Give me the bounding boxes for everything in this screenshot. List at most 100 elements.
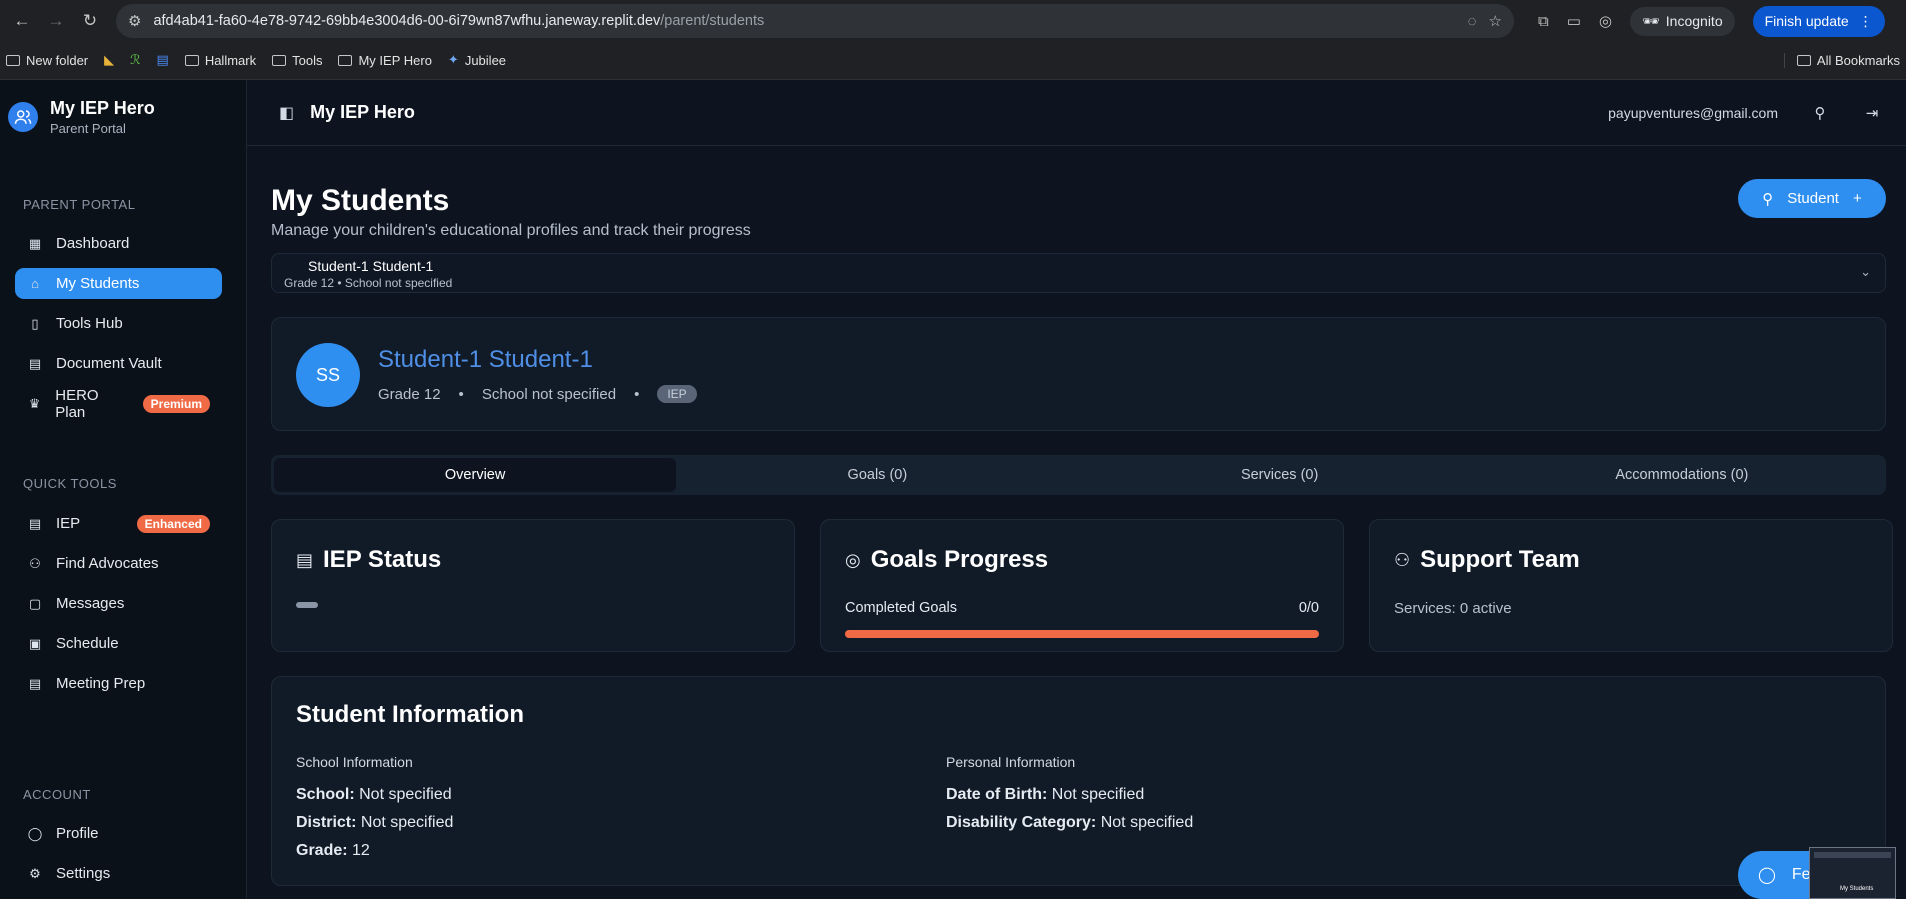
sidebar-item-hero-plan[interactable]: ♛ HERO Plan Premium: [15, 387, 222, 421]
sidebar-item-find-advocates[interactable]: ⚇ Find Advocates: [15, 548, 222, 579]
url-text[interactable]: afd4ab41-fa60-4e78-9742-69bb4e3004d6-00-…: [153, 13, 1455, 29]
student-selector[interactable]: Student-1 Student-1 Grade 12 • School no…: [271, 253, 1886, 293]
student-tabs: Overview Goals (0) Services (0) Accommod…: [271, 455, 1886, 495]
support-team-heading: ⚇ Support Team: [1394, 546, 1580, 574]
sidebar-item-label: My Students: [56, 275, 140, 292]
disability-row: Disability Category: Not specified: [946, 809, 1193, 837]
support-team-title: Support Team: [1420, 546, 1580, 573]
bookmark-tools[interactable]: Tools: [272, 53, 322, 68]
brand-subtitle: Parent Portal: [50, 121, 126, 136]
section-account: ACCOUNT: [23, 787, 91, 802]
logout-icon[interactable]: ⇥: [1862, 104, 1882, 122]
favicon-icon: ◣: [104, 52, 115, 67]
site-info-icon[interactable]: ⚙: [128, 12, 141, 30]
bookmark-label: Jubilee: [464, 52, 507, 68]
field-value: Not specified: [1051, 786, 1145, 803]
section-quick-tools: QUICK TOOLS: [23, 476, 117, 491]
extensions-icon[interactable]: ⧉: [1538, 13, 1549, 30]
thumbnail-bar: [1814, 852, 1891, 858]
feedback-label: Fe: [1791, 866, 1811, 883]
bookmark-label: Hallmark: [204, 52, 257, 68]
tab-overview[interactable]: Overview: [274, 458, 677, 492]
sidebar-item-messages[interactable]: ▢ Messages: [15, 588, 222, 619]
star-icon[interactable]: ☆: [1489, 12, 1502, 30]
field-key: Grade:: [296, 842, 348, 859]
favicon-icon: ℛ: [130, 52, 141, 67]
field-value: Not specified: [1100, 814, 1194, 831]
iep-status-title: IEP Status: [323, 546, 442, 573]
all-bookmarks-label: All Bookmarks: [1816, 52, 1900, 68]
tab-services[interactable]: Services (0): [1079, 458, 1481, 492]
add-student-button[interactable]: ⚲ Student +: [1738, 179, 1886, 218]
screenshot-thumbnail[interactable]: My Students: [1809, 847, 1896, 899]
loading-indicator: [296, 602, 318, 608]
sidebar-item-label: Find Advocates: [56, 555, 159, 572]
bookmark-label: My IEP Hero: [358, 52, 432, 68]
separator-dot: •: [458, 385, 464, 403]
goals-progress-bar: [845, 630, 1319, 638]
sidebar-item-profile[interactable]: ◯ Profile: [15, 818, 222, 849]
personal-information: Personal Information Date of Birth: Not …: [946, 754, 1193, 837]
school-information-label: School Information: [296, 754, 413, 770]
brand[interactable]: My IEP Hero Parent Portal: [0, 80, 246, 136]
cast-icon[interactable]: ▭: [1567, 12, 1581, 30]
tab-goals[interactable]: Goals (0): [676, 458, 1078, 492]
bookmark-jubilee[interactable]: ✦ Jubilee: [448, 52, 506, 68]
selected-student-meta: Grade 12 • School not specified: [284, 276, 453, 290]
sidebar-item-schedule[interactable]: ▣ Schedule: [15, 628, 222, 659]
sidebar-item-meeting-prep[interactable]: ▤ Meeting Prep: [15, 668, 222, 699]
support-team-card: ⚇ Support Team Services: 0 active: [1369, 519, 1893, 652]
document-icon: ▤: [28, 675, 42, 691]
sidebar-item-document-vault[interactable]: ▤ Document Vault: [15, 348, 222, 379]
address-bar[interactable]: ⚙ afd4ab41-fa60-4e78-9742-69bb4e3004d6-0…: [116, 4, 1514, 38]
bookmark-label: New folder: [26, 52, 89, 68]
all-bookmarks[interactable]: All Bookmarks: [1783, 52, 1900, 68]
reload-icon[interactable]: ↻: [76, 7, 104, 35]
document-icon: ▤: [296, 549, 314, 570]
folder-icon: [6, 54, 20, 66]
bookmark-favicon-2[interactable]: ℛ: [130, 52, 140, 68]
finish-update-button[interactable]: Finish update ⋮: [1752, 5, 1885, 37]
user-email: payupventures@gmail.com: [1608, 104, 1778, 121]
user-icon[interactable]: ⚲: [1810, 104, 1830, 122]
bookmark-new-folder[interactable]: New folder: [6, 53, 88, 68]
bookmark-favicon-3[interactable]: ▤: [157, 52, 169, 68]
chat-icon: ◯: [1758, 867, 1776, 884]
sidebar-item-label: Meeting Prep: [56, 675, 146, 692]
tab-accommodations[interactable]: Accommodations (0): [1481, 458, 1883, 492]
docs-icon: ▤: [156, 52, 169, 67]
plus-icon: +: [1852, 190, 1862, 207]
sidebar-item-label: Settings: [56, 865, 111, 882]
header-title: My IEP Hero: [310, 102, 415, 122]
sidebar-item-iep[interactable]: ▤ IEP Enhanced: [15, 508, 222, 539]
sidebar-toggle-icon[interactable]: ◧: [279, 103, 294, 123]
bookmark-hallmark[interactable]: Hallmark: [184, 52, 257, 68]
field-value: 12: [352, 842, 370, 859]
incognito-label: Incognito: [1665, 13, 1723, 29]
users-logo-icon: [8, 102, 38, 132]
eye-off-icon[interactable]: ◌: [1468, 13, 1477, 30]
grid-icon: ▦: [28, 235, 42, 251]
bookmark-favicon-1[interactable]: ◣: [104, 52, 114, 68]
incognito-indicator[interactable]: 🕶 Incognito: [1630, 6, 1735, 36]
bookmarks-bar: New folder ◣ ℛ ▤ Hallmark Tools My IEP H…: [0, 42, 1906, 78]
target-icon: ◎: [845, 549, 861, 570]
back-icon[interactable]: ←: [8, 7, 36, 35]
users-icon: ⚇: [1394, 549, 1411, 570]
sidebar-item-tools-hub[interactable]: ▯ Tools Hub: [15, 308, 222, 339]
kebab-menu-icon: ⋮: [1858, 12, 1873, 29]
sidebar-item-settings[interactable]: ⚙ Settings: [15, 858, 222, 889]
sidebar-item-label: Dashboard: [56, 235, 130, 252]
bookmark-my-iep-hero[interactable]: My IEP Hero: [338, 52, 432, 68]
sidebar-item-label: Document Vault: [56, 355, 162, 372]
grade-row: Grade: 12: [296, 837, 453, 865]
chevron-down-icon: ⌄: [1860, 264, 1871, 279]
brand-title: My IEP Hero: [50, 98, 155, 118]
forward-icon[interactable]: →: [42, 7, 70, 35]
password-icon[interactable]: ◎: [1599, 12, 1612, 30]
sidebar-item-dashboard[interactable]: ▦ Dashboard: [15, 228, 222, 259]
sidebar-item-my-students[interactable]: ⌂ My Students: [15, 268, 222, 299]
sidebar-item-label: Tools Hub: [56, 315, 123, 332]
calendar-icon: ▣: [28, 635, 42, 651]
sidebar-item-label: IEP: [56, 515, 81, 532]
